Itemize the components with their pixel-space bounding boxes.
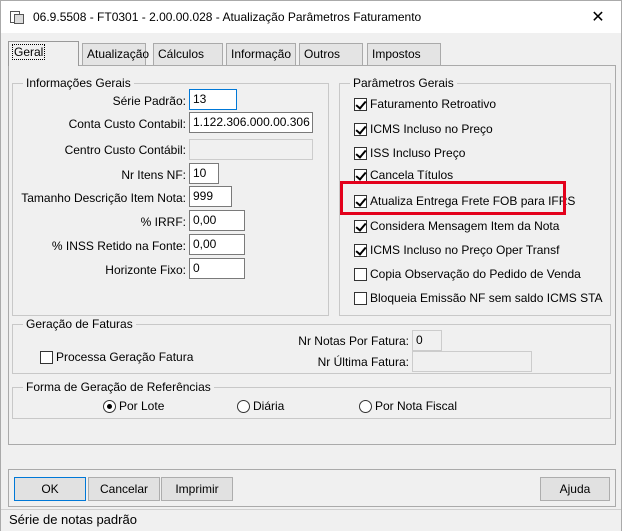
parametros-gerais-title: Parâmetros Gerais [350,76,457,90]
checkbox-box[interactable] [40,350,53,364]
imprimir-button[interactable]: Imprimir [161,477,233,501]
icms-oper-transf-checkbox[interactable]: ICMS Incluso no Preço Oper Transf [354,243,559,257]
conta-custo-label: Conta Custo Contabil: [68,117,186,131]
inss-retido-label: % INSS Retido na Fonte: [51,239,186,253]
checkbox-box[interactable] [354,291,367,305]
inss-retido-input[interactable]: 0,00 [189,234,245,255]
bloqueia-emissao-checkbox[interactable]: Bloqueia Emissão NF sem saldo ICMS STA [354,291,603,305]
irrf-input[interactable]: 0,00 [189,210,245,231]
tab-strip: Geral Atualização Cálculos Informação Ou… [8,41,616,66]
forma-geracao-title: Forma de Geração de Referências [23,380,214,394]
status-bar: Série de notas padrão [1,509,621,531]
tab-outros[interactable]: Outros [299,43,363,65]
centro-custo-label: Centro Custo Contábil: [64,143,186,157]
processa-geracao-checkbox[interactable]: Processa Geração Fatura [40,350,193,364]
geracao-faturas-group: Geração de Faturas Processa Geração Fatu… [12,317,611,374]
radio-dot[interactable] [103,399,116,413]
tab-panel-geral: Informações Gerais Série Padrão: 13 Cont… [8,65,616,445]
main-window: 06.9.5508 - FT0301 - 2.00.00.028 - Atual… [0,0,622,531]
window-title: 06.9.5508 - FT0301 - 2.00.00.028 - Atual… [33,10,422,24]
checkbox-box[interactable] [354,219,367,233]
diaria-radio[interactable]: Diária [237,399,284,413]
checkbox-box[interactable] [354,243,367,257]
conta-custo-input[interactable]: 1.122.306.000.00.306 [189,112,313,133]
por-nota-fiscal-radio[interactable]: Por Nota Fiscal [359,399,457,413]
checkbox-box[interactable] [354,97,367,111]
nr-ultima-label: Nr Última Fatura: [317,355,409,369]
cancela-titulos-checkbox[interactable]: Cancela Títulos [354,168,453,182]
nr-itens-nf-input[interactable]: 10 [189,163,219,184]
radio-dot[interactable] [237,399,250,413]
serie-padrao-input[interactable]: 13 [189,89,237,110]
close-icon[interactable]: ✕ [575,1,621,33]
copia-observacao-checkbox[interactable]: Copia Observação do Pedido de Venda [354,267,581,281]
ajuda-button[interactable]: Ajuda [540,477,610,501]
tamanho-descricao-input[interactable]: 999 [189,186,232,207]
tamanho-descricao-label: Tamanho Descrição Item Nota: [21,191,186,205]
por-lote-radio[interactable]: Por Lote [103,399,164,413]
serie-padrao-label: Série Padrão: [112,94,186,108]
irrf-label: % IRRF: [140,215,186,229]
app-window-icon [9,9,25,25]
horizonte-fixo-label: Horizonte Fixo: [105,263,186,277]
highlight-annotation [340,181,566,215]
nr-ultima-input[interactable] [412,351,532,372]
button-bar: OK Cancelar Imprimir Ajuda [8,469,616,507]
considera-mensagem-checkbox[interactable]: Considera Mensagem Item da Nota [354,219,559,233]
informacoes-gerais-group: Informações Gerais Série Padrão: 13 Cont… [12,76,329,316]
nr-notas-label: Nr Notas Por Fatura: [298,334,409,348]
nr-itens-nf-label: Nr Itens NF: [121,168,186,182]
informacoes-gerais-title: Informações Gerais [23,76,134,90]
checkbox-box[interactable] [354,267,367,281]
horizonte-fixo-input[interactable]: 0 [189,258,245,279]
title-bar: 06.9.5508 - FT0301 - 2.00.00.028 - Atual… [1,1,621,33]
ok-button[interactable]: OK [14,477,86,501]
iss-incluso-checkbox[interactable]: ISS Incluso Preço [354,146,465,160]
radio-dot[interactable] [359,399,372,413]
tab-informacao[interactable]: Informação [226,43,296,65]
nr-notas-input[interactable]: 0 [412,330,442,351]
checkbox-box[interactable] [354,168,367,182]
icms-incluso-checkbox[interactable]: ICMS Incluso no Preço [354,122,493,136]
tab-atualizacao[interactable]: Atualização [82,43,149,65]
cancelar-button[interactable]: Cancelar [88,477,160,501]
centro-custo-input[interactable] [189,139,313,160]
tab-impostos[interactable]: Impostos [367,43,441,65]
forma-geracao-group: Forma de Geração de Referências Por Lote… [12,380,611,419]
faturamento-retroativo-checkbox[interactable]: Faturamento Retroativo [354,97,496,111]
tab-calculos[interactable]: Cálculos [153,43,223,65]
checkbox-box[interactable] [354,146,367,160]
checkbox-box[interactable] [354,122,367,136]
geracao-faturas-title: Geração de Faturas [23,317,136,331]
tab-geral[interactable]: Geral [8,41,79,66]
